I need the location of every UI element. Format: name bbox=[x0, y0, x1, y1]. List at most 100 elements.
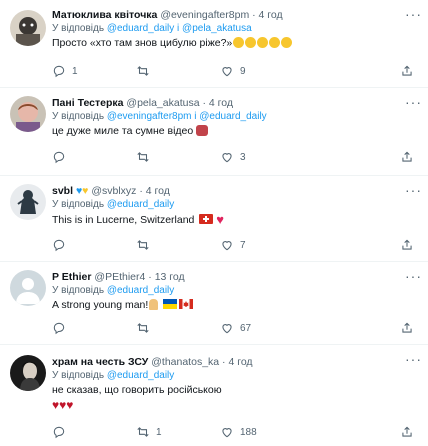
tweet[interactable]: храм на честь ЗСУ @thanatos_ka · 4 год У… bbox=[0, 345, 428, 446]
reply-context: У відповідь @eveningafter8pm і @eduard_d… bbox=[52, 110, 420, 124]
retweet-icon bbox=[137, 427, 149, 437]
user-handle[interactable]: @pela_akatusa bbox=[126, 97, 199, 109]
reply-button[interactable]: 1 bbox=[52, 64, 136, 78]
user-handle[interactable]: @eveningafter8pm bbox=[160, 9, 249, 21]
like-button[interactable]: 188 bbox=[220, 425, 304, 439]
tweet-time[interactable]: 4 год bbox=[209, 97, 233, 109]
like-button[interactable]: 7 bbox=[220, 238, 304, 252]
like-button[interactable]: 9 bbox=[220, 64, 304, 78]
user-handle[interactable]: @svblxyz bbox=[91, 185, 136, 197]
separator-dot: · bbox=[252, 9, 256, 21]
retweet-button[interactable] bbox=[136, 64, 220, 78]
tweet[interactable]: Матюклива квіточка @eveningafter8pm · 4 … bbox=[0, 0, 428, 88]
tweet-time[interactable]: 4 год bbox=[146, 185, 170, 197]
like-icon bbox=[222, 241, 232, 251]
tweet-text-content: This is in Lucerne, Switzerland bbox=[52, 214, 195, 226]
broken-hearts-emoji-icon: ♥♥♥ bbox=[52, 398, 74, 412]
share-button[interactable] bbox=[400, 150, 414, 164]
canada-flag-icon bbox=[179, 299, 194, 309]
like-button[interactable]: 67 bbox=[220, 321, 304, 335]
more-icon[interactable]: ··· bbox=[405, 351, 422, 367]
tweet-text: це дуже миле та сумне відео bbox=[52, 124, 420, 139]
separator-dot: · bbox=[222, 356, 226, 368]
share-icon bbox=[402, 65, 412, 76]
more-icon[interactable]: ··· bbox=[405, 182, 422, 198]
share-button[interactable] bbox=[400, 64, 414, 78]
reply-mentions[interactable]: @eveningafter8pm і @eduard_daily bbox=[107, 111, 267, 122]
tweet-text: This is in Lucerne, Switzerland ♥ bbox=[52, 212, 420, 228]
tweet[interactable]: P Ethier @PEthier4 · 13 год У відповідь … bbox=[0, 262, 428, 345]
share-icon bbox=[402, 239, 412, 250]
user-handle[interactable]: @thanatos_ka bbox=[151, 356, 219, 368]
user-name[interactable]: храм на честь ЗСУ bbox=[52, 356, 148, 368]
share-button[interactable] bbox=[400, 321, 414, 335]
avatar[interactable] bbox=[10, 10, 46, 46]
user-name[interactable]: P Ethier bbox=[52, 271, 92, 283]
sad-face-emoji-icon bbox=[196, 125, 209, 136]
retweet-button[interactable]: 1 bbox=[136, 425, 220, 439]
tweet-header: svbl ♥♥ @svblxyz · 4 год bbox=[52, 184, 420, 198]
reply-icon bbox=[53, 65, 65, 78]
avatar[interactable] bbox=[10, 270, 46, 306]
tweet-header: Пані Тестерка @pela_akatusa · 4 год bbox=[52, 96, 420, 110]
share-button[interactable] bbox=[400, 238, 414, 252]
tweet-text-content: Просто «хто там знов цибулю ріже?» bbox=[52, 37, 233, 49]
tweet-text-content: A strong young man! bbox=[52, 299, 149, 311]
more-icon[interactable]: ··· bbox=[405, 268, 422, 284]
like-icon bbox=[222, 67, 232, 77]
user-name[interactable]: Матюклива квіточка bbox=[52, 9, 157, 21]
more-icon[interactable]: ··· bbox=[405, 94, 422, 110]
like-icon bbox=[222, 153, 232, 163]
avatar[interactable] bbox=[10, 355, 46, 391]
tweet-time[interactable]: 4 год bbox=[228, 356, 252, 368]
like-count: 67 bbox=[240, 322, 252, 334]
reply-prefix: У відповідь bbox=[52, 111, 105, 122]
more-icon[interactable]: ··· bbox=[405, 6, 422, 22]
avatar[interactable] bbox=[10, 96, 46, 132]
share-icon bbox=[402, 322, 412, 333]
reply-button[interactable] bbox=[52, 150, 136, 164]
tweet[interactable]: svbl ♥♥ @svblxyz · 4 год У відповідь @ed… bbox=[0, 176, 428, 262]
retweet-button[interactable] bbox=[136, 321, 220, 335]
like-icon bbox=[222, 324, 232, 334]
share-button[interactable] bbox=[400, 425, 414, 439]
tweet-time[interactable]: 13 год bbox=[155, 271, 185, 283]
reply-prefix: У відповідь bbox=[52, 285, 105, 296]
retweet-button[interactable] bbox=[136, 150, 220, 164]
reply-prefix: У відповідь bbox=[52, 23, 105, 34]
user-handle[interactable]: @PEthier4 bbox=[94, 271, 145, 283]
reply-context: У відповідь @eduard_daily bbox=[52, 198, 420, 212]
retweet-button[interactable] bbox=[136, 238, 220, 252]
user-name[interactable]: Пані Тестерка bbox=[52, 97, 124, 109]
reply-button[interactable] bbox=[52, 238, 136, 252]
reply-prefix: У відповідь bbox=[52, 199, 105, 210]
reply-icon bbox=[53, 322, 65, 335]
like-count: 7 bbox=[240, 239, 246, 251]
reply-prefix: У відповідь bbox=[52, 370, 105, 381]
reply-mentions[interactable]: @eduard_daily і @pela_akatusa bbox=[107, 23, 252, 34]
reply-button[interactable] bbox=[52, 425, 136, 439]
like-button[interactable]: 3 bbox=[220, 150, 304, 164]
reply-button[interactable] bbox=[52, 321, 136, 335]
retweet-count: 1 bbox=[156, 426, 162, 438]
avatar[interactable] bbox=[10, 184, 46, 220]
user-name[interactable]: svbl bbox=[52, 185, 73, 197]
tweet[interactable]: Пані Тестерка @pela_akatusa · 4 год У ві… bbox=[0, 88, 428, 176]
tweet-text: A strong young man! bbox=[52, 298, 420, 313]
share-icon bbox=[402, 426, 412, 437]
tweet-text-content: не сказав, що говорить російською bbox=[52, 384, 222, 396]
retweet-icon bbox=[137, 152, 149, 162]
reply-mentions[interactable]: @eduard_daily bbox=[107, 370, 174, 381]
separator-dot: · bbox=[148, 271, 152, 283]
reply-mentions[interactable]: @eduard_daily bbox=[107, 199, 174, 210]
separator-dot: · bbox=[202, 97, 206, 109]
tweet-time[interactable]: 4 год bbox=[259, 9, 283, 21]
reply-count: 1 bbox=[72, 65, 78, 77]
tweet-header: храм на честь ЗСУ @thanatos_ka · 4 год bbox=[52, 355, 420, 369]
reply-mentions[interactable]: @eduard_daily bbox=[107, 285, 174, 296]
reply-icon bbox=[53, 239, 65, 252]
retweet-icon bbox=[137, 240, 149, 250]
reply-context: У відповідь @eduard_daily bbox=[52, 284, 420, 298]
tweet-text: Просто «хто там знов цибулю ріже?» bbox=[52, 36, 420, 51]
retweet-icon bbox=[137, 66, 149, 76]
